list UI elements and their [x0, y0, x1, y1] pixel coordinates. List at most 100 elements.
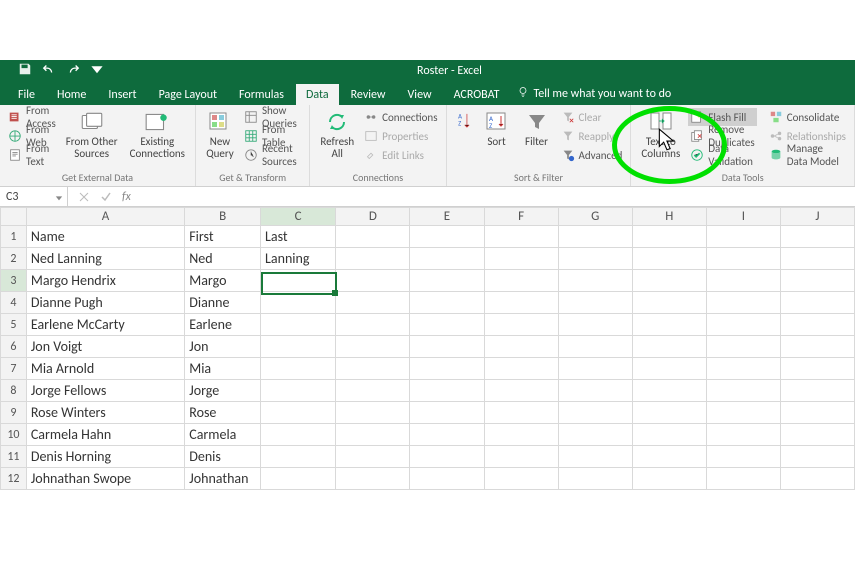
cell[interactable] — [558, 402, 632, 424]
cell[interactable] — [410, 358, 484, 380]
cell[interactable] — [336, 248, 410, 270]
cell[interactable] — [410, 248, 484, 270]
cell[interactable]: Dianne — [185, 292, 261, 314]
cell[interactable]: Earlene McCarty — [26, 314, 184, 336]
cell[interactable] — [261, 468, 336, 490]
cell[interactable]: Jon — [185, 336, 261, 358]
cell[interactable] — [632, 358, 706, 380]
cell[interactable]: Denis Horning — [26, 446, 184, 468]
cell[interactable]: Carmela — [185, 424, 261, 446]
cell[interactable] — [558, 270, 632, 292]
cell[interactable] — [632, 468, 706, 490]
cell[interactable] — [706, 380, 780, 402]
cell[interactable] — [558, 446, 632, 468]
cell[interactable] — [484, 314, 558, 336]
cell[interactable] — [558, 314, 632, 336]
from-other-sources-button[interactable]: From Other Sources — [62, 108, 122, 171]
cell[interactable] — [336, 358, 410, 380]
row-header[interactable]: 8 — [1, 380, 27, 402]
sort-az-button[interactable]: AZ — [453, 108, 475, 171]
cell[interactable] — [706, 314, 780, 336]
cell[interactable] — [706, 446, 780, 468]
select-all-corner[interactable] — [1, 208, 27, 226]
cell[interactable] — [558, 292, 632, 314]
cell[interactable] — [410, 314, 484, 336]
col-header[interactable]: A — [26, 208, 184, 226]
cell[interactable] — [632, 314, 706, 336]
cell[interactable] — [706, 402, 780, 424]
cell[interactable] — [410, 380, 484, 402]
cell[interactable] — [558, 358, 632, 380]
tab-review[interactable]: Review — [341, 84, 396, 105]
cell[interactable] — [780, 358, 854, 380]
row-header[interactable]: 3 — [1, 270, 27, 292]
cell[interactable] — [780, 336, 854, 358]
cell[interactable] — [780, 468, 854, 490]
cell[interactable] — [336, 446, 410, 468]
cell[interactable]: Margo Hendrix — [26, 270, 184, 292]
cell[interactable] — [336, 336, 410, 358]
cell[interactable] — [558, 226, 632, 248]
cell[interactable] — [558, 248, 632, 270]
tab-data[interactable]: Data — [296, 84, 339, 105]
cell[interactable]: First — [185, 226, 261, 248]
manage-data-model-button[interactable]: Manage Data Model — [767, 146, 848, 164]
undo-icon[interactable] — [42, 62, 56, 80]
tab-file[interactable]: File — [8, 84, 45, 105]
cell[interactable] — [558, 336, 632, 358]
cell[interactable] — [261, 314, 336, 336]
cell[interactable] — [706, 424, 780, 446]
cell[interactable]: Earlene — [185, 314, 261, 336]
connections-button[interactable]: Connections — [362, 108, 439, 126]
cell[interactable] — [336, 468, 410, 490]
cell[interactable] — [261, 424, 336, 446]
cell[interactable]: Johnathan — [185, 468, 261, 490]
cell[interactable] — [336, 402, 410, 424]
chevron-down-icon[interactable] — [55, 192, 63, 206]
enter-formula-button[interactable] — [100, 191, 112, 203]
tab-acrobat[interactable]: ACROBAT — [444, 84, 510, 105]
col-header[interactable]: C — [261, 208, 336, 226]
cell[interactable] — [780, 380, 854, 402]
cell[interactable] — [484, 292, 558, 314]
cell[interactable] — [410, 226, 484, 248]
row-header[interactable]: 7 — [1, 358, 27, 380]
cell[interactable] — [632, 424, 706, 446]
row-header[interactable]: 10 — [1, 424, 27, 446]
cell[interactable]: Rose Winters — [26, 402, 184, 424]
col-header[interactable]: H — [632, 208, 706, 226]
refresh-all-button[interactable]: Refresh All — [316, 108, 358, 171]
row-header[interactable]: 1 — [1, 226, 27, 248]
spreadsheet-grid[interactable]: A B C D E F G H I J 1NameFirstLast2Ned L… — [0, 207, 855, 490]
cell[interactable] — [558, 468, 632, 490]
col-header[interactable]: F — [484, 208, 558, 226]
filter-button[interactable]: Filter — [519, 108, 555, 171]
row-header[interactable]: 6 — [1, 336, 27, 358]
cell[interactable]: Jorge Fellows — [26, 380, 184, 402]
cell[interactable] — [706, 292, 780, 314]
cell[interactable] — [558, 380, 632, 402]
cell[interactable]: Dianne Pugh — [26, 292, 184, 314]
cell[interactable] — [780, 314, 854, 336]
cell[interactable] — [261, 270, 336, 292]
cell[interactable] — [336, 270, 410, 292]
cell[interactable] — [410, 292, 484, 314]
cell[interactable] — [336, 424, 410, 446]
cell[interactable]: Margo — [185, 270, 261, 292]
cell[interactable] — [706, 336, 780, 358]
data-validation-button[interactable]: Data Validation — [688, 146, 756, 164]
cell[interactable] — [780, 226, 854, 248]
tab-view[interactable]: View — [398, 84, 442, 105]
row-header[interactable]: 12 — [1, 468, 27, 490]
new-query-button[interactable]: New Query — [202, 108, 238, 171]
tab-home[interactable]: Home — [47, 84, 96, 105]
cell[interactable] — [261, 446, 336, 468]
cell[interactable] — [261, 336, 336, 358]
row-header[interactable]: 9 — [1, 402, 27, 424]
cell[interactable] — [484, 336, 558, 358]
cell[interactable] — [706, 468, 780, 490]
cell[interactable]: Jorge — [185, 380, 261, 402]
row-header[interactable]: 11 — [1, 446, 27, 468]
cell[interactable]: Denis — [185, 446, 261, 468]
cell[interactable] — [632, 402, 706, 424]
